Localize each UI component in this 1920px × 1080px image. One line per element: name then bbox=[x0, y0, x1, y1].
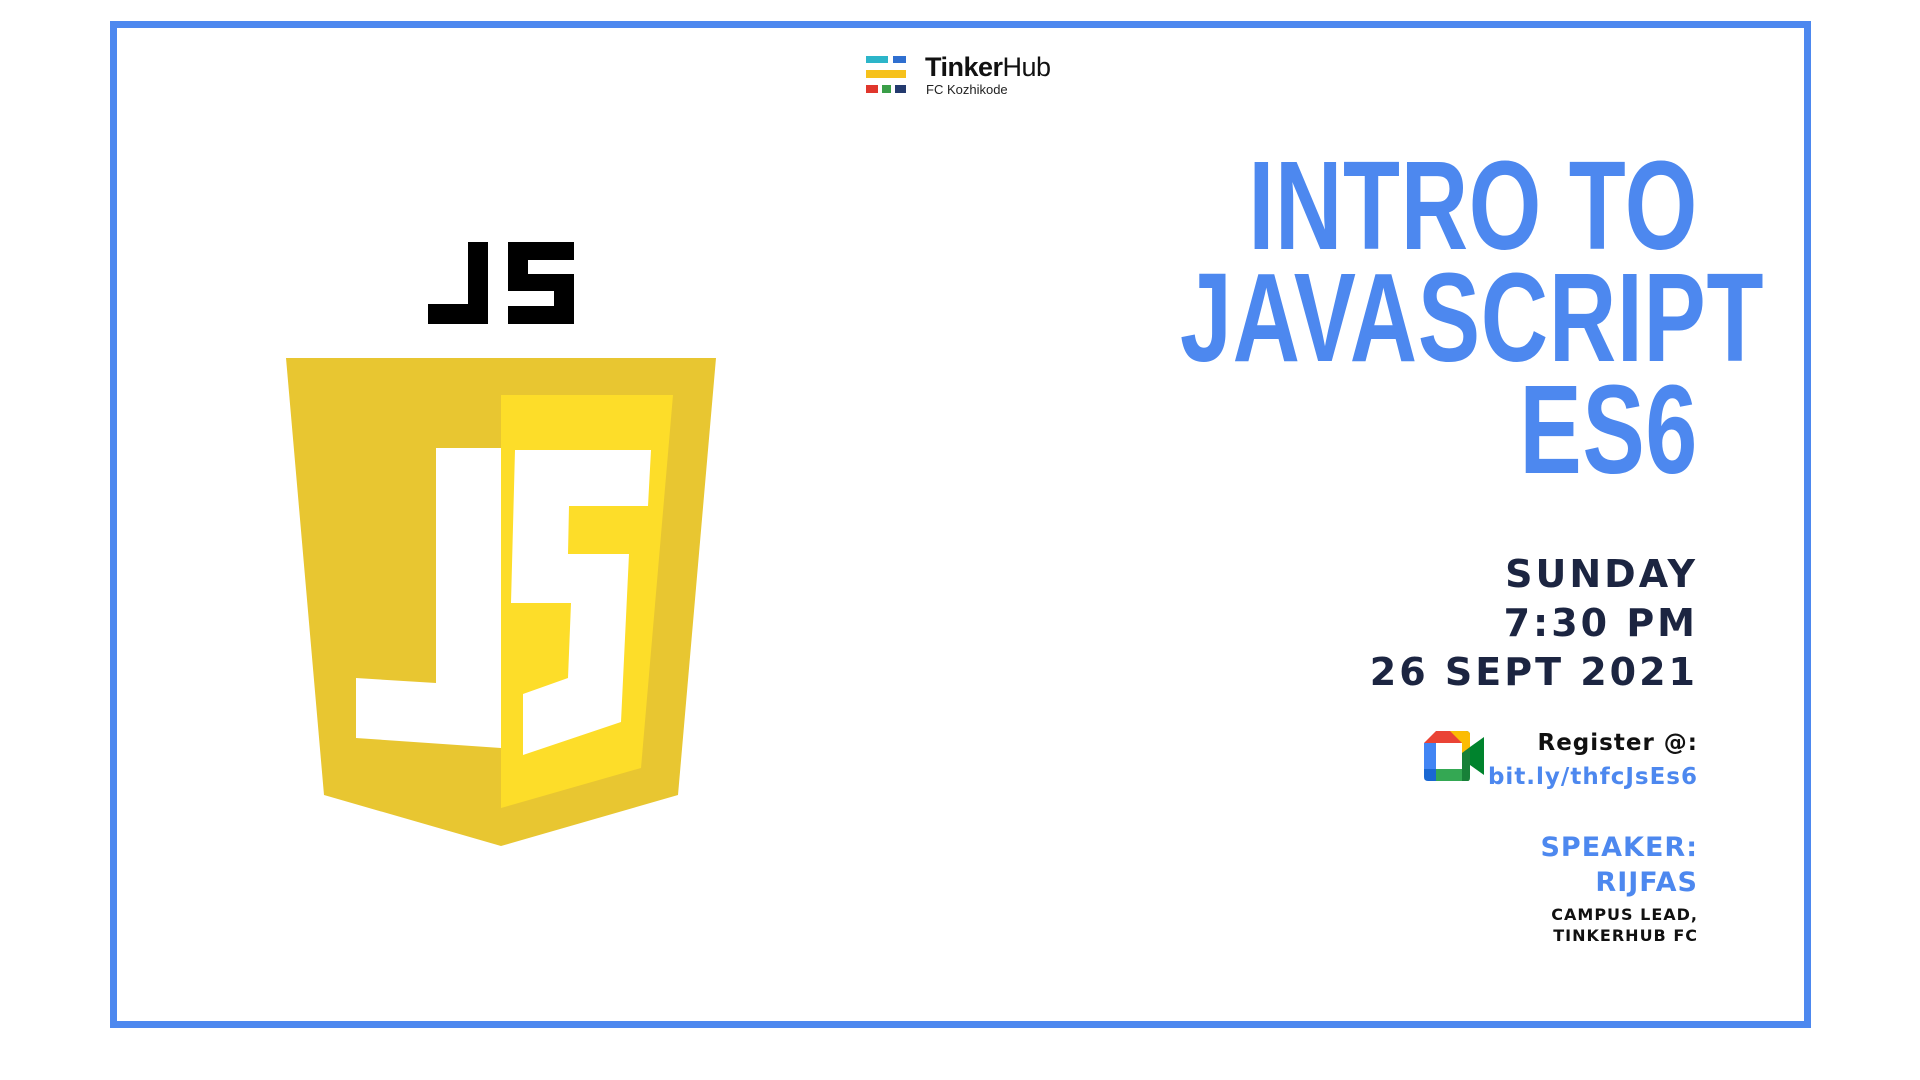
brand-name: TinkerHub bbox=[925, 52, 1051, 82]
speaker-role-line-1: CAMPUS LEAD, bbox=[1551, 905, 1698, 924]
tinkerhub-brand: TinkerHub FC Kozhikode bbox=[866, 52, 1066, 102]
event-schedule: SUNDAY 7:30 PM 26 SEPT 2021 bbox=[1098, 550, 1698, 697]
title-line-3: ES6 bbox=[1519, 359, 1698, 500]
speaker-name: RIJFAS bbox=[1595, 867, 1698, 898]
register-link[interactable]: bit.ly/thfcJsEs6 bbox=[1298, 760, 1698, 794]
brand-subtitle: FC Kozhikode bbox=[926, 82, 1008, 97]
event-time: 7:30 PM bbox=[1503, 601, 1698, 645]
title-line-2: JAVASCRIPT bbox=[1180, 247, 1765, 388]
event-title: INTRO TO JAVASCRIPT ES6 bbox=[1180, 135, 1765, 500]
speaker-block: SPEAKER: RIJFAS CAMPUS LEAD, TINKERHUB F… bbox=[1298, 830, 1698, 946]
event-day: SUNDAY bbox=[1505, 552, 1698, 596]
register-label: Register @: bbox=[1537, 730, 1698, 756]
register-block: Register @: bit.ly/thfcJsEs6 bbox=[1298, 726, 1698, 794]
event-date: 26 SEPT 2021 bbox=[1369, 650, 1698, 694]
js-shield-logo bbox=[286, 358, 716, 846]
speaker-label: SPEAKER: bbox=[1540, 832, 1698, 863]
title-line-1: INTRO TO bbox=[1248, 135, 1698, 276]
js-wordmark-icon bbox=[428, 242, 574, 324]
tinkerhub-logo-icon bbox=[866, 56, 906, 93]
speaker-role-line-2: TINKERHUB FC bbox=[1553, 926, 1698, 945]
